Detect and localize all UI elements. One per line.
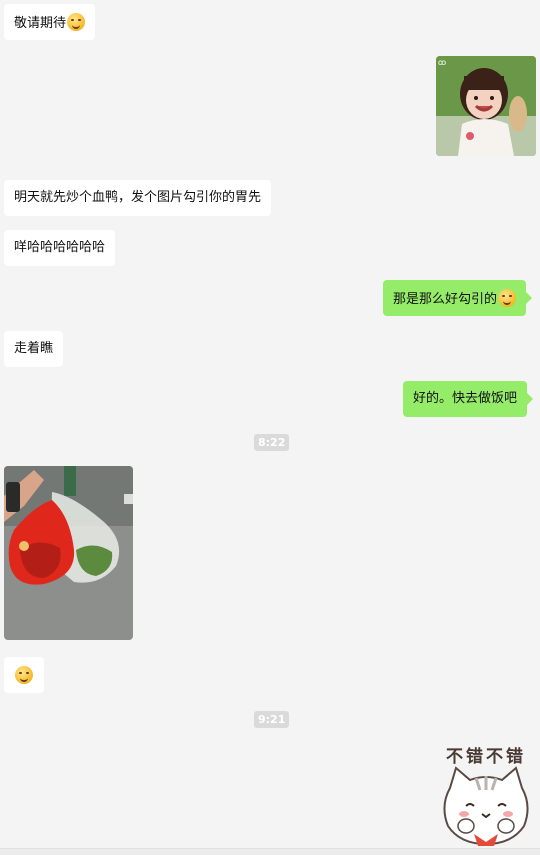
message-bubble-incoming[interactable]: 咩哈哈哈哈哈哈	[4, 230, 116, 266]
message-bubble-incoming-emoji[interactable]	[4, 657, 44, 693]
message-bubble-incoming[interactable]: 走着瞧	[4, 331, 64, 367]
message-bubble-incoming[interactable]: 敬请期待	[4, 4, 96, 40]
cat-sticker-icon	[443, 766, 529, 846]
thinking-face-emoji-icon	[498, 289, 517, 307]
timestamp-divider: 8:22	[254, 434, 290, 451]
message-text: 咩哈哈哈哈哈哈	[14, 240, 106, 255]
sticker-message-cat[interactable]: 不错不错	[436, 742, 536, 846]
message-text: 好的。快去做饭吧	[413, 391, 518, 406]
girl-photo-icon: ꝏ	[436, 56, 536, 156]
message-bubble-incoming[interactable]: 明天就先炒个血鸭，发个图片勾引你的胃先	[4, 180, 272, 216]
message-text: 走着瞧	[14, 341, 54, 356]
food-bag-photo-icon	[4, 466, 133, 640]
svg-text:ꝏ: ꝏ	[438, 58, 446, 67]
message-bubble-outgoing[interactable]: 好的。快去做饭吧	[403, 381, 534, 417]
message-text: 明天就先炒个血鸭，发个图片勾引你的胃先	[14, 190, 262, 205]
message-text: 敬请期待	[14, 16, 67, 31]
timestamp-divider: 9:21	[254, 711, 290, 728]
image-message-food-bag-photo[interactable]	[4, 466, 133, 640]
thinking-face-emoji-icon	[67, 13, 86, 31]
image-message-girl-photo[interactable]: ꝏ	[436, 56, 536, 156]
message-text: 那是那么好勾引的	[393, 292, 498, 307]
smiling-face-emoji-icon	[15, 666, 33, 684]
message-bubble-outgoing[interactable]: 那是那么好勾引的	[383, 280, 533, 316]
